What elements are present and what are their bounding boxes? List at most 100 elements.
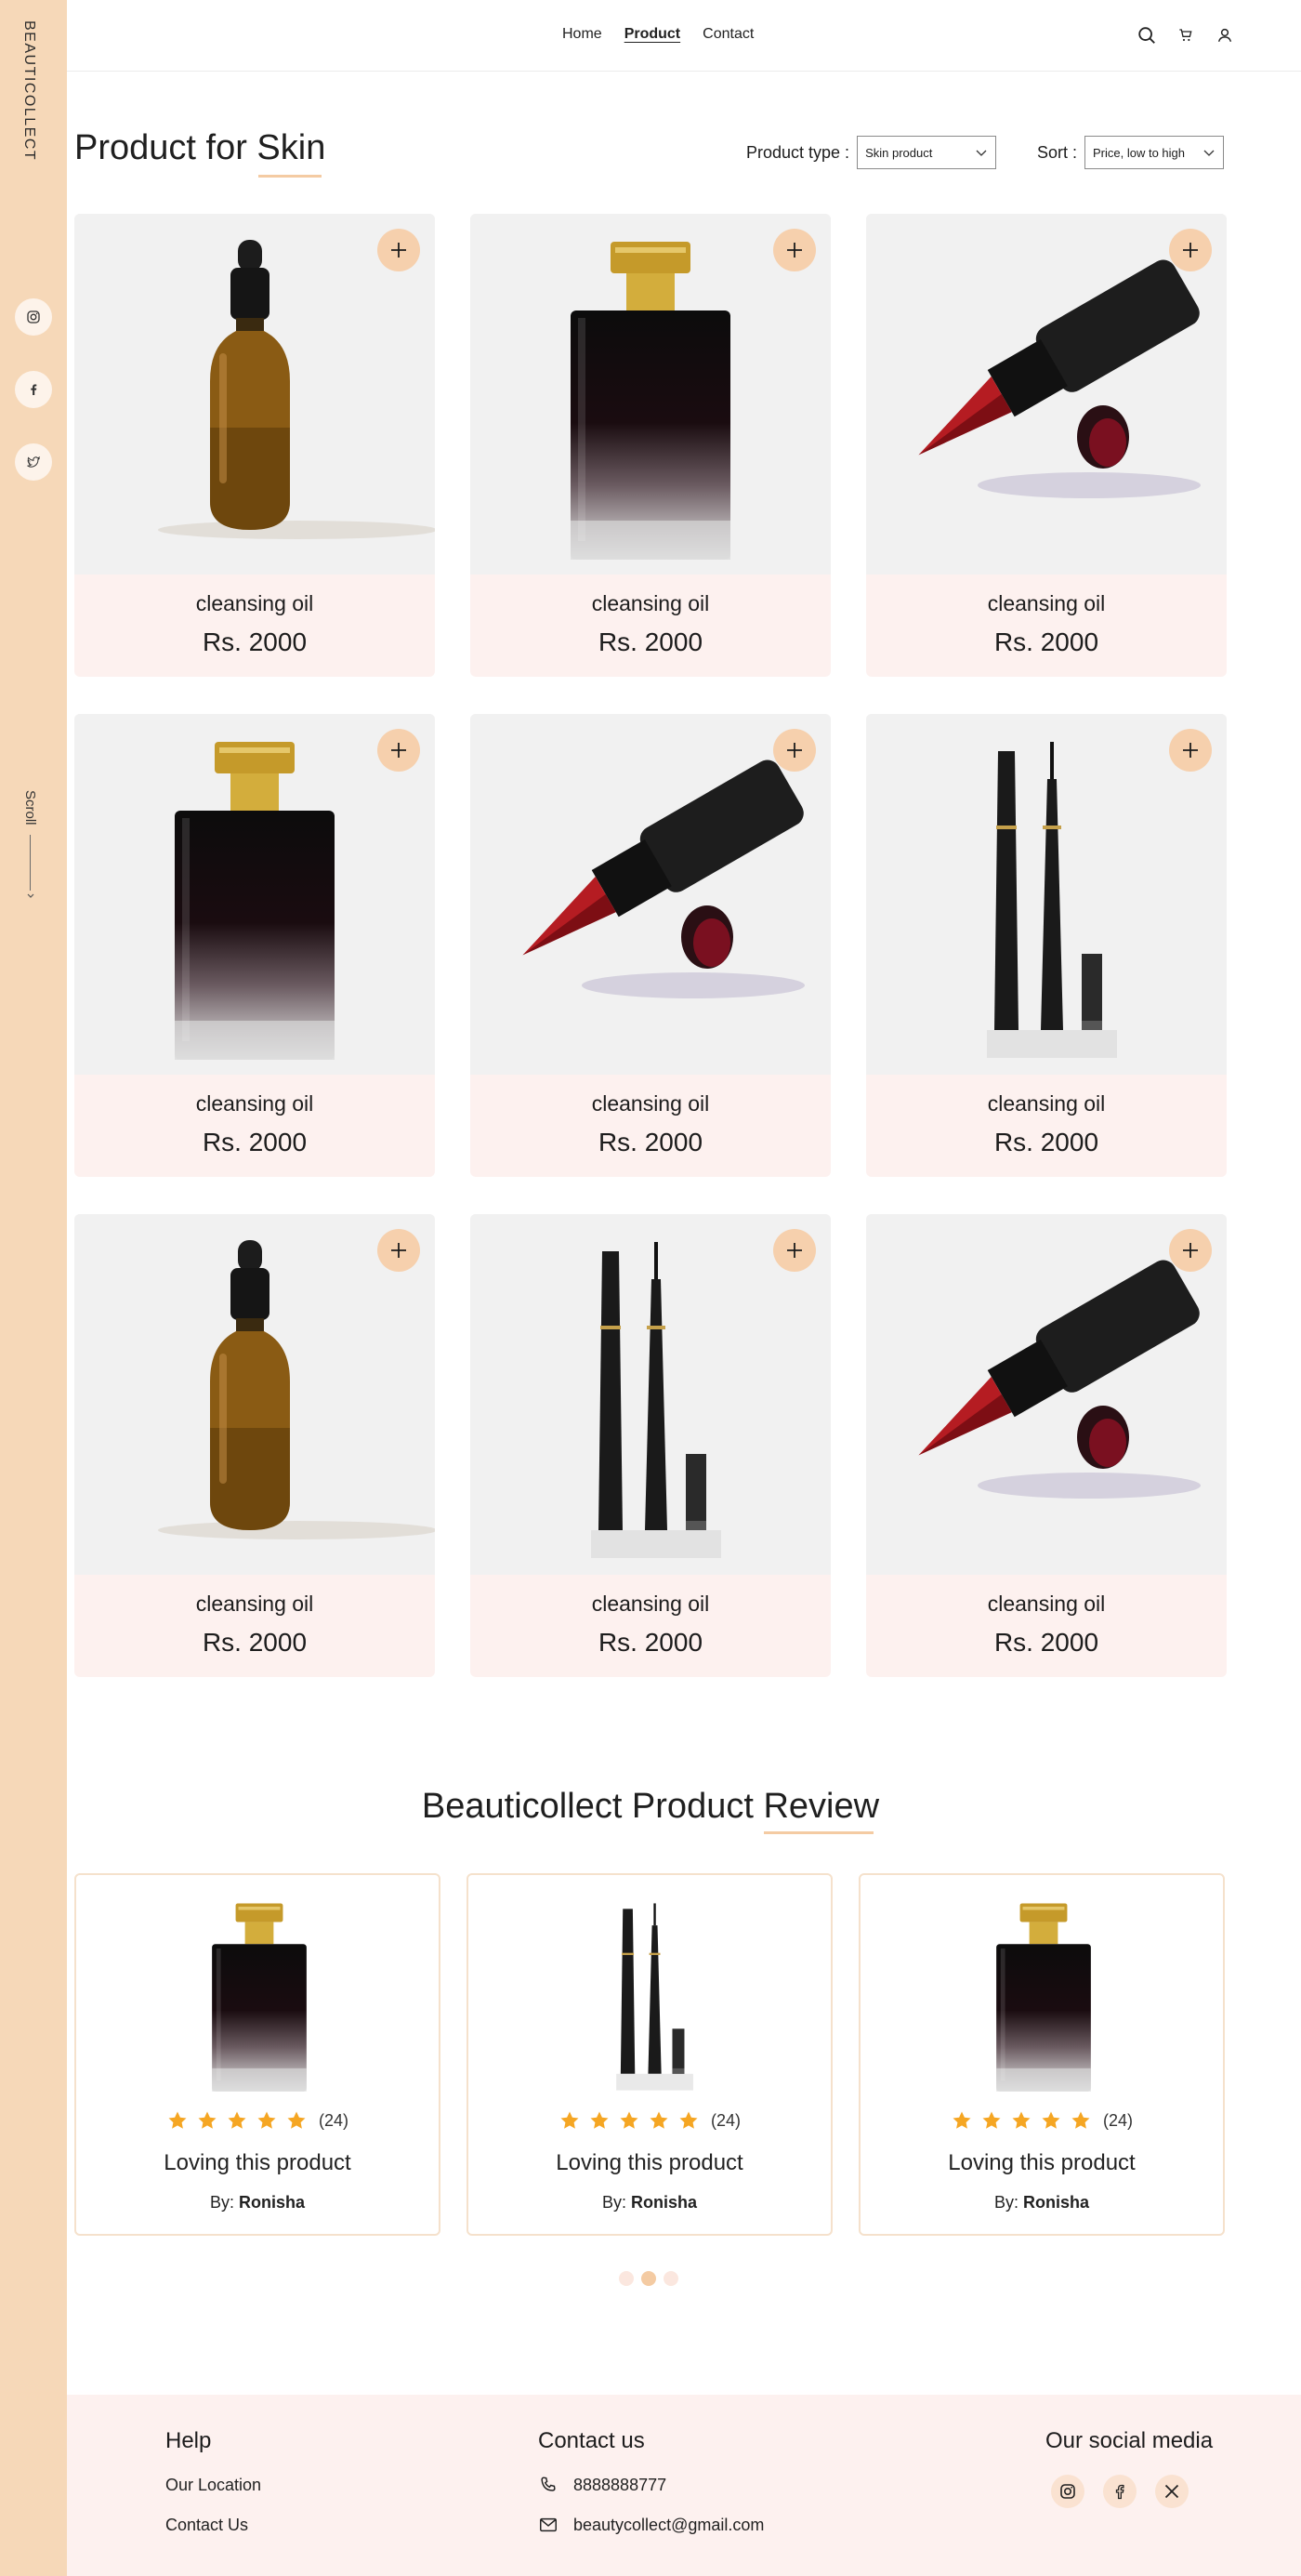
product-image[interactable]	[74, 714, 435, 1075]
star-icon	[982, 2111, 1001, 2129]
review-product-image	[545, 1886, 758, 2101]
pagination-dot[interactable]	[641, 2271, 656, 2286]
product-image[interactable]	[866, 1214, 1227, 1575]
star-icon	[228, 2111, 246, 2129]
sidebar-facebook-link[interactable]	[15, 371, 52, 408]
star-icon	[679, 2111, 698, 2129]
footer-social-row	[1051, 2475, 1213, 2508]
sidebar-twitter-link[interactable]	[15, 443, 52, 481]
add-to-cart-button[interactable]	[1169, 1229, 1212, 1272]
cart-icon[interactable]	[1175, 24, 1197, 46]
sort-filter: Sort : Price, low to high	[1037, 136, 1225, 169]
product-image[interactable]	[74, 214, 435, 575]
sort-select[interactable]: Price, low to high	[1084, 136, 1225, 169]
add-to-cart-button[interactable]	[773, 1229, 816, 1272]
scroll-indicator[interactable]: Scroll	[22, 790, 38, 900]
sort-label: Sort :	[1037, 142, 1078, 162]
product-name: cleansing oil	[987, 1091, 1106, 1116]
add-to-cart-button[interactable]	[1169, 729, 1212, 772]
product-price: Rs. 2000	[202, 1128, 308, 1156]
nav-home[interactable]: Home	[562, 26, 602, 43]
review-author-name: Ronisha	[631, 2193, 698, 2212]
footer-phone-text: 8888888777	[573, 2475, 667, 2494]
product-card[interactable]: cleansing oil Rs. 2000	[74, 214, 435, 677]
product-image[interactable]	[470, 1214, 831, 1575]
footer-instagram-link[interactable]	[1051, 2475, 1084, 2508]
instagram-icon	[1060, 2484, 1075, 2499]
plus-icon	[391, 743, 406, 758]
add-to-cart-button[interactable]	[773, 729, 816, 772]
review-by-label: By:	[993, 2193, 1018, 2212]
star-icon	[650, 2111, 668, 2129]
review-rating: (24)	[76, 2109, 439, 2132]
product-type-label: Product type :	[746, 142, 850, 162]
product-image[interactable]	[74, 1214, 435, 1575]
review-author-name: Ronisha	[1023, 2193, 1090, 2212]
footer-contact: Contact us 8888888777 beautycollect@gmai…	[538, 2428, 764, 2555]
product-grid: cleansing oil Rs. 2000 cleansing oil Rs.…	[74, 214, 1227, 1677]
plus-icon	[391, 243, 406, 258]
product-name: cleansing oil	[987, 1592, 1106, 1616]
brand-logo[interactable]: BEAUTICOLLECT	[20, 20, 37, 161]
product-type-select[interactable]: Skin product	[857, 136, 997, 169]
page-title-prefix: Product for	[74, 128, 257, 167]
product-card[interactable]: cleansing oil Rs. 2000	[866, 714, 1227, 1177]
x-icon	[1164, 2484, 1179, 2499]
footer-phone[interactable]: 8888888777	[538, 2475, 764, 2495]
nav-contact[interactable]: Contact	[703, 26, 754, 43]
pagination-dot[interactable]	[619, 2271, 634, 2286]
chevron-down-icon	[1203, 150, 1215, 156]
product-price: Rs. 2000	[598, 1628, 703, 1657]
review-list: (24) Loving this product By: Ronisha (24…	[74, 1873, 1225, 2236]
add-to-cart-button[interactable]	[377, 229, 420, 271]
product-card[interactable]: cleansing oil Rs. 2000	[470, 714, 831, 1177]
scroll-line	[30, 834, 31, 891]
scroll-label: Scroll	[22, 790, 38, 826]
product-card[interactable]: cleansing oil Rs. 2000	[470, 1214, 831, 1677]
plus-icon	[1183, 1243, 1198, 1258]
add-to-cart-button[interactable]	[377, 1229, 420, 1272]
plus-icon	[1183, 743, 1198, 758]
review-product-image	[152, 1886, 366, 2101]
star-icon	[1071, 2111, 1090, 2129]
review-count: (24)	[318, 2110, 348, 2130]
footer-email[interactable]: beautycollect@gmail.com	[538, 2515, 764, 2535]
footer-facebook-link[interactable]	[1103, 2475, 1137, 2508]
product-price: Rs. 2000	[993, 1628, 1099, 1657]
review-card: (24) Loving this product By: Ronisha	[467, 1873, 833, 2236]
footer-location-link[interactable]: Our Location	[165, 2475, 261, 2495]
add-to-cart-button[interactable]	[773, 229, 816, 271]
product-card[interactable]: cleansing oil Rs. 2000	[866, 214, 1227, 677]
sidebar-instagram-link[interactable]	[15, 298, 52, 336]
product-name: cleansing oil	[591, 1091, 710, 1116]
product-name: cleansing oil	[591, 591, 710, 615]
plus-icon	[787, 243, 802, 258]
review-by-label: By:	[601, 2193, 626, 2212]
mail-icon	[540, 2517, 557, 2532]
product-image[interactable]	[866, 714, 1227, 1075]
product-image[interactable]	[470, 714, 831, 1075]
pagination-dot[interactable]	[664, 2271, 678, 2286]
product-type-filter: Product type : Skin product	[746, 136, 997, 169]
footer-help-title: Help	[165, 2428, 212, 2453]
user-icon[interactable]	[1214, 24, 1236, 46]
product-card[interactable]: cleansing oil Rs. 2000	[866, 1214, 1227, 1677]
review-author-name: Ronisha	[239, 2193, 306, 2212]
sort-value: Price, low to high	[1093, 145, 1186, 160]
nav-product[interactable]: Product	[624, 26, 680, 43]
product-image[interactable]	[470, 214, 831, 575]
review-text: Loving this product	[948, 2150, 1136, 2175]
review-text: Loving this product	[556, 2150, 743, 2175]
product-card[interactable]: cleansing oil Rs. 2000	[470, 214, 831, 677]
footer-contact-us-link[interactable]: Contact Us	[165, 2515, 261, 2535]
product-card[interactable]: cleansing oil Rs. 2000	[74, 714, 435, 1177]
facebook-icon	[1115, 2484, 1124, 2500]
add-to-cart-button[interactable]	[377, 729, 420, 772]
footer-x-link[interactable]	[1155, 2475, 1189, 2508]
product-image[interactable]	[866, 214, 1227, 575]
phone-icon	[541, 2477, 556, 2491]
add-to-cart-button[interactable]	[1169, 229, 1212, 271]
search-icon[interactable]	[1136, 24, 1158, 46]
star-icon	[590, 2111, 609, 2129]
product-card[interactable]: cleansing oil Rs. 2000	[74, 1214, 435, 1677]
